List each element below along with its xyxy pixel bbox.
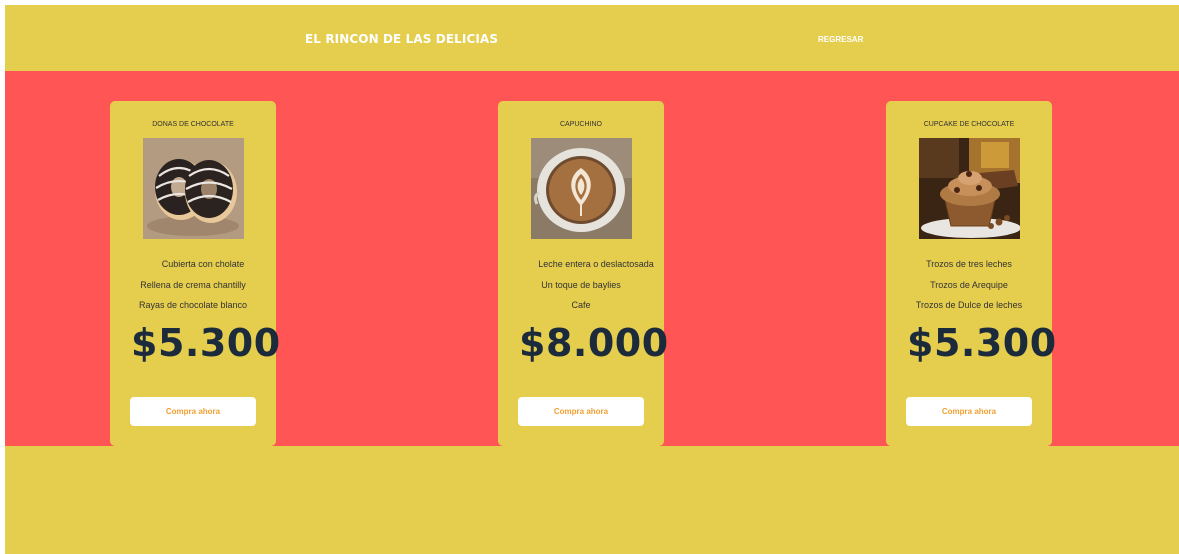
product-title: DONAS DE CHOCOLATE: [152, 121, 234, 128]
site-title: EL RINCON DE LAS DELICIAS: [305, 32, 499, 46]
product-card-donuts: DONAS DE CHOCOLATE Cubierta con cholate …: [110, 101, 280, 446]
feature-item: Trozos de tres leches: [926, 259, 1012, 269]
chocolate-cupcake-image: [919, 138, 1020, 239]
feature-item: Cubierta con cholate: [161, 259, 245, 269]
product-title: CUPCAKE DE CHOCOLATE: [923, 121, 1015, 128]
feature-item: Rayas de chocolate blanco: [138, 300, 248, 310]
feature-item: Trozos de Dulce de leches: [915, 300, 1023, 310]
feature-list: Trozos de tres leches Trozos de Arequipe…: [886, 258, 1052, 320]
product-card-cupcake: CUPCAKE DE CHOCOLATE Trozos de tres lech…: [886, 101, 1056, 446]
feature-list: Cubierta con cholate Rellena de crema ch…: [110, 258, 276, 320]
feature-item: Rellena de crema chantilly: [140, 279, 246, 290]
back-link[interactable]: REGRESAR: [818, 35, 863, 44]
feature-item: Un toque de baylies: [541, 279, 621, 290]
feature-item: Trozos de Arequipe: [930, 279, 1008, 290]
product-title: CAPUCHINO: [559, 121, 602, 128]
site-header: EL RINCON DE LAS DELICIAS REGRESAR: [5, 5, 1179, 71]
feature-item: Cafe: [571, 300, 591, 310]
buy-now-button[interactable]: Compra ahora: [130, 397, 256, 426]
product-price: $5.300: [907, 321, 1057, 365]
page: EL RINCON DE LAS DELICIAS REGRESAR DONAS…: [5, 5, 1179, 554]
cappuccino-image: [531, 138, 632, 239]
product-price: $8.000: [519, 321, 669, 365]
product-card-cappuccino: CAPUCHINO Leche entera o deslactosada Un…: [498, 101, 668, 446]
chocolate-donuts-image: [143, 138, 244, 239]
buy-now-button[interactable]: Compra ahora: [518, 397, 644, 426]
feature-item: Leche entera o deslactosada: [538, 259, 654, 269]
product-price: $5.300: [131, 321, 281, 365]
buy-now-button[interactable]: Compra ahora: [906, 397, 1032, 426]
feature-list: Leche entera o deslactosada Un toque de …: [498, 258, 664, 320]
